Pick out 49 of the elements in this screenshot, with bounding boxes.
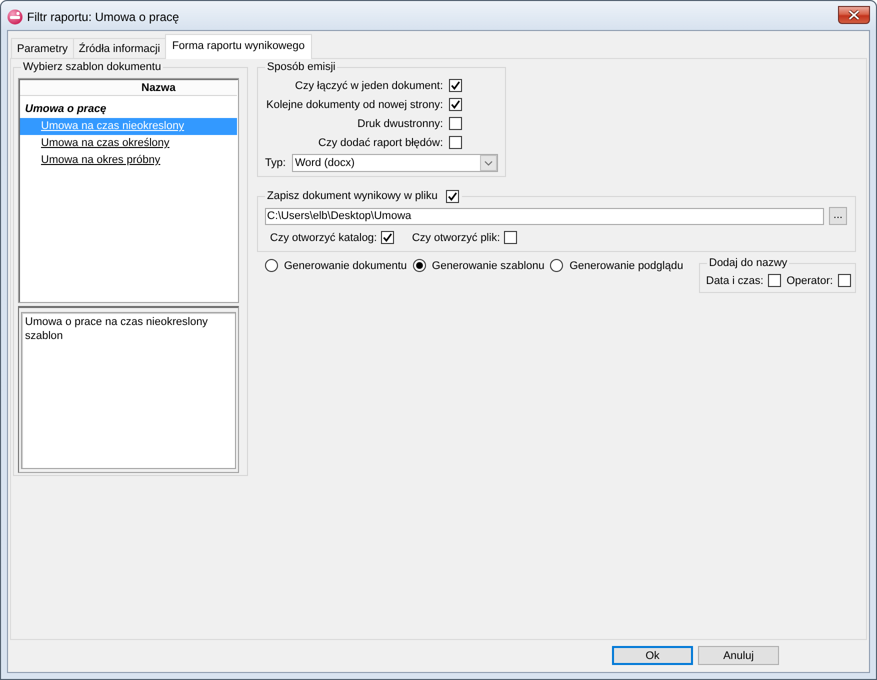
checkbox-label: Druk dwustronny: (357, 118, 443, 130)
browse-button[interactable]: ... (829, 207, 847, 225)
checkbox[interactable] (449, 136, 462, 149)
group-title: Dodaj do nazwy (708, 256, 788, 270)
checkbox-label: Kolejne dokumenty od nowej strony: (266, 98, 443, 110)
radio-button[interactable] (265, 259, 278, 272)
checkbox[interactable] (449, 117, 462, 130)
radio-button[interactable] (550, 259, 564, 272)
cancel-button[interactable]: Anuluj (698, 646, 779, 665)
radio-label: Generowanie podglądu (569, 260, 684, 272)
checkbox[interactable] (838, 274, 851, 287)
column-header: Nazwa (20, 80, 237, 96)
group-title: Wybierz szablon dokumentu (22, 60, 162, 74)
checkbox[interactable] (380, 231, 394, 244)
tab[interactable]: Parametry (11, 38, 74, 58)
radio-label: Generowanie szablonu (432, 260, 544, 272)
checkbox-label: Operator: (786, 274, 833, 286)
close-button[interactable] (838, 6, 870, 24)
ok-button[interactable]: Ok (612, 646, 693, 665)
checkbox-label: Czy otworzyć plik: (412, 232, 500, 244)
checkbox[interactable] (768, 274, 782, 287)
checkmark-icon (451, 81, 460, 90)
radio-label: Generowanie dokumentu (284, 260, 407, 272)
checkbox-label: Czy otworzyć katalog: (270, 232, 377, 244)
path-field[interactable]: C:\Users\elb\Desktop\Umowa (265, 208, 824, 224)
checkbox-label: Czy dodać raport błędów: (318, 136, 443, 148)
group-title: Zapisz dokument wynikowy w pliku (267, 189, 438, 203)
chevron-down-icon (480, 155, 497, 171)
group-title: Sposób emisji (266, 60, 336, 74)
checkbox-label: Czy łączyć w jeden dokument: (295, 80, 443, 92)
type-dropdown[interactable]: Word (docx) (292, 154, 498, 172)
checkmark-icon (448, 192, 457, 200)
app-logo-icon (7, 9, 23, 25)
window-title: Filtr raportu: Umowa o pracę (27, 10, 180, 25)
close-icon (848, 10, 860, 20)
tree-group-item[interactable]: Umowa o pracę (20, 101, 237, 118)
checkbox[interactable] (449, 98, 462, 111)
checkmark-icon (451, 100, 460, 109)
tree-item[interactable]: Umowa na okres próbny (20, 152, 237, 169)
checkbox[interactable] (449, 79, 462, 92)
tab[interactable]: Forma raportu wynikowego (165, 34, 312, 59)
checkmark-icon (382, 233, 392, 242)
checkbox-label: Data i czas: (706, 274, 764, 286)
checkbox[interactable] (446, 190, 459, 202)
tree-item[interactable]: Umowa na czas określony (20, 135, 237, 152)
checkbox[interactable] (504, 231, 518, 244)
description-text: Umowa o prace na czas nieokreslony szablon (21, 312, 236, 469)
field-label: Typ: (265, 157, 287, 169)
radio-button[interactable] (412, 259, 426, 272)
